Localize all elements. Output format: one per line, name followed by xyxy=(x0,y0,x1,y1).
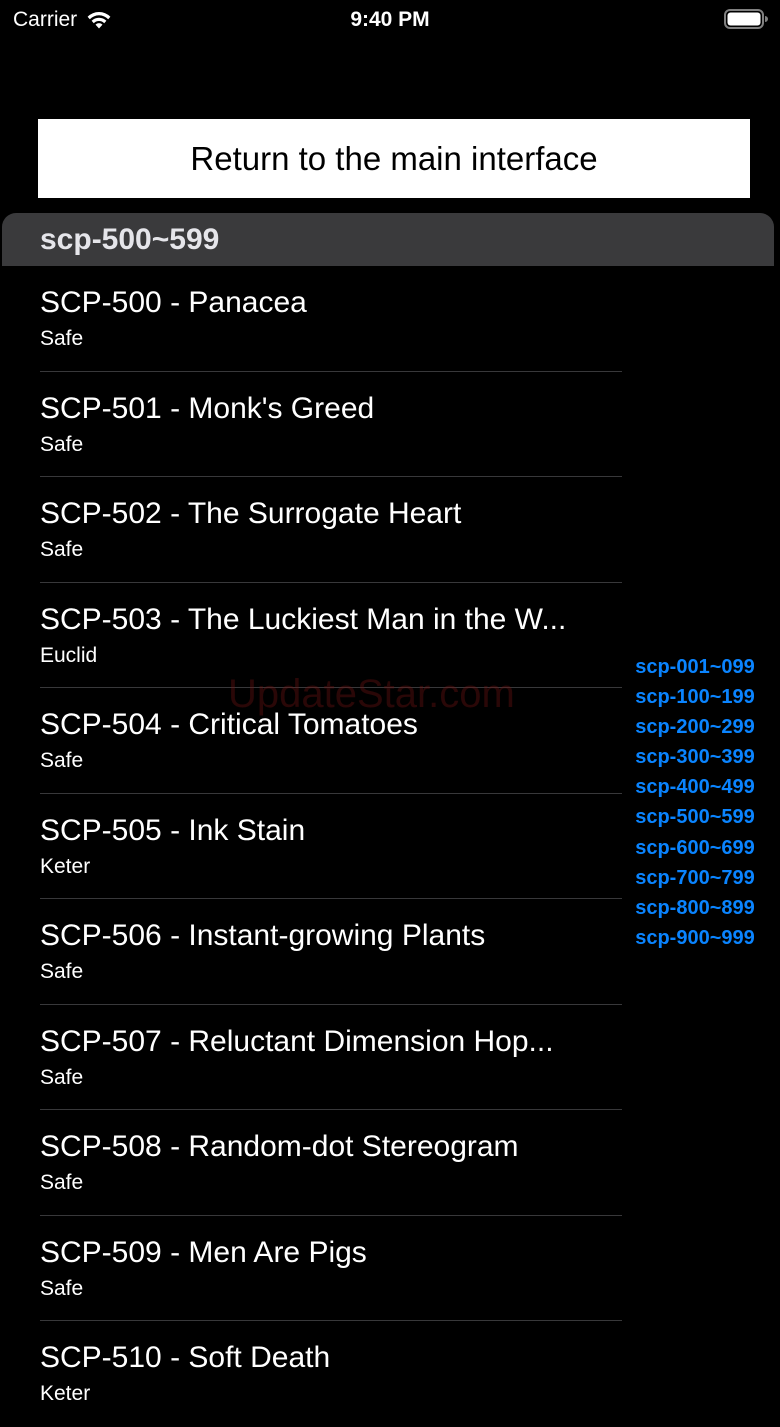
item-title: SCP-509 - Men Are Pigs xyxy=(40,1235,367,1269)
item-class: Safe xyxy=(40,1065,84,1089)
status-time: 9:40 PM xyxy=(350,8,430,31)
index-item-scp-600-699[interactable]: scp-600~699 xyxy=(620,833,770,863)
index-item-scp-300-399[interactable]: scp-300~399 xyxy=(620,742,770,772)
index-item-scp-700-799[interactable]: scp-700~799 xyxy=(620,863,770,893)
index-item-scp-400-499[interactable]: scp-400~499 xyxy=(620,772,770,802)
item-title: SCP-503 - The Luckiest Man in the W... xyxy=(40,602,567,636)
item-class: Safe xyxy=(40,1171,84,1194)
item-class: Safe xyxy=(40,1276,84,1300)
return-to-main-button[interactable]: Return to the main interface xyxy=(38,119,750,198)
item-class: Safe xyxy=(40,538,84,561)
item-title: SCP-504 - Critical Tomatoes xyxy=(40,708,418,741)
index-item-scp-100-199[interactable]: scp-100~199 xyxy=(620,682,770,712)
list-item[interactable]: SCP-500 - Panacea Safe xyxy=(0,266,780,372)
item-title: SCP-506 - Instant-growing Plants xyxy=(40,919,486,952)
item-class: Safe xyxy=(40,749,84,772)
list-item[interactable]: SCP-509 - Men Are Pigs Safe xyxy=(0,1216,780,1321)
index-item-scp-800-899[interactable]: scp-800~899 xyxy=(620,893,770,923)
item-class: Euclid xyxy=(40,643,98,667)
item-title: SCP-510 - Soft Death xyxy=(40,1341,331,1374)
index-item-scp-900-999[interactable]: scp-900~999 xyxy=(620,923,770,953)
status-bar: Carrier 9:40 PM xyxy=(0,0,780,40)
item-title: SCP-501 - Monk's Greed xyxy=(40,391,375,425)
item-class: Safe xyxy=(40,960,84,983)
item-title: SCP-505 - Ink Stain xyxy=(40,813,306,847)
item-title: SCP-502 - The Surrogate Heart xyxy=(40,497,462,530)
index-item-scp-200-299[interactable]: scp-200~299 xyxy=(620,712,770,742)
index-item-scp-500-599[interactable]: scp-500~599 xyxy=(620,802,770,832)
section-header: scp-500~599 xyxy=(2,213,774,266)
list-item[interactable]: SCP-502 - The Surrogate Heart Safe xyxy=(0,477,780,583)
item-title: SCP-508 - Random-dot Stereogram xyxy=(40,1130,519,1163)
index-item-scp-001-099[interactable]: scp-001~099 xyxy=(620,652,770,682)
list-item[interactable]: SCP-501 - Monk's Greed Safe xyxy=(0,372,780,477)
item-title: SCP-507 - Reluctant Dimension Hop... xyxy=(40,1024,554,1058)
list-item[interactable]: SCP-510 - Soft Death Keter xyxy=(0,1321,780,1427)
item-title: SCP-500 - Panacea xyxy=(40,286,307,319)
list-item[interactable]: SCP-508 - Random-dot Stereogram Safe xyxy=(0,1110,780,1216)
item-class: Keter xyxy=(40,1382,91,1405)
battery-icon xyxy=(724,9,768,29)
item-class: Safe xyxy=(40,327,84,350)
item-class: Keter xyxy=(40,854,91,878)
section-header-title: scp-500~599 xyxy=(40,223,220,256)
list-item[interactable]: SCP-507 - Reluctant Dimension Hop... Saf… xyxy=(0,1005,780,1110)
section-index: scp-001~099 scp-100~199 scp-200~299 scp-… xyxy=(620,652,770,953)
item-class: Safe xyxy=(40,432,84,456)
